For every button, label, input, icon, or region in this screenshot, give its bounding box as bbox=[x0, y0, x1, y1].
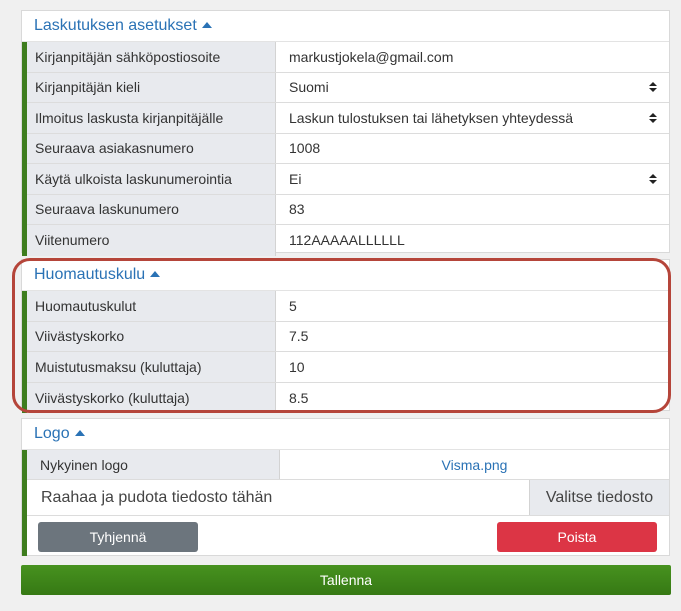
late-interest-label: Viivästyskorko bbox=[27, 321, 276, 351]
select-arrows-icon bbox=[649, 112, 657, 123]
current-logo-label: Nykyinen logo bbox=[27, 450, 280, 479]
reference-number-field[interactable]: 112AAAAALLLLLL bbox=[276, 225, 669, 256]
invoice-notification-select[interactable]: Laskun tulostuksen tai lähetyksen yhteyd… bbox=[276, 103, 669, 133]
reminder-fee-header[interactable]: Huomautuskulu bbox=[22, 260, 669, 291]
choose-file-button[interactable]: Valitse tiedosto bbox=[529, 480, 669, 515]
invoice-notification-row: Ilmoitus laskusta kirjanpitäjälle Laskun… bbox=[27, 103, 669, 134]
next-invoice-number-field[interactable]: 83 bbox=[276, 195, 669, 225]
delete-button[interactable]: Poista bbox=[497, 522, 657, 552]
consumer-late-interest-label: Viivästyskorko (kuluttaja) bbox=[27, 382, 276, 413]
billing-settings-section: Laskutuksen asetukset Kirjanpitäjän sähk… bbox=[21, 10, 670, 256]
external-numbering-row: Käytä ulkoista laskunumerointia Ei bbox=[27, 164, 669, 195]
accountant-email-field[interactable]: markustjokela@gmail.com bbox=[276, 42, 669, 72]
late-interest-row: Viivästyskorko 7.5 bbox=[27, 321, 669, 352]
reminder-fees-row: Huomautuskulut 5 bbox=[27, 291, 669, 322]
logo-actions: Tyhjennä Poista bbox=[27, 516, 669, 556]
consumer-reminder-fee-label: Muistutusmaksu (kuluttaja) bbox=[27, 352, 276, 382]
logo-header[interactable]: Logo bbox=[22, 419, 669, 450]
select-arrows-icon bbox=[649, 173, 657, 184]
reminder-fees-field[interactable]: 5 bbox=[276, 291, 669, 321]
logo-section: Logo Nykyinen logo Visma.png Raahaa ja p… bbox=[21, 418, 670, 556]
clear-button[interactable]: Tyhjennä bbox=[38, 522, 198, 552]
logo-title: Logo bbox=[34, 425, 70, 442]
accountant-language-label: Kirjanpitäjän kieli bbox=[27, 72, 276, 102]
reference-number-label: Viitenumero bbox=[27, 225, 276, 256]
reminder-fee-title: Huomautuskulu bbox=[34, 266, 146, 283]
next-customer-number-label: Seuraava asiakasnumero bbox=[27, 133, 276, 163]
collapse-caret-icon[interactable] bbox=[150, 271, 161, 277]
reminder-fees-label: Huomautuskulut bbox=[27, 291, 276, 321]
accountant-language-row: Kirjanpitäjän kieli Suomi bbox=[27, 72, 669, 103]
external-numbering-label: Käytä ulkoista laskunumerointia bbox=[27, 164, 276, 194]
consumer-reminder-fee-row: Muistutusmaksu (kuluttaja) 10 bbox=[27, 352, 669, 383]
consumer-late-interest-row: Viivästyskorko (kuluttaja) 8.5 bbox=[27, 382, 669, 414]
billing-settings-header[interactable]: Laskutuksen asetukset bbox=[22, 11, 669, 42]
billing-settings-title: Laskutuksen asetukset bbox=[34, 17, 197, 34]
external-numbering-select[interactable]: Ei bbox=[276, 164, 669, 194]
select-arrows-icon bbox=[649, 82, 657, 93]
collapse-caret-icon[interactable] bbox=[201, 22, 212, 28]
accountant-email-row: Kirjanpitäjän sähköpostiosoite markustjo… bbox=[27, 42, 669, 73]
file-dropzone-row: Raahaa ja pudota tiedosto tähän Valitse … bbox=[27, 480, 669, 516]
collapse-caret-icon[interactable] bbox=[74, 430, 85, 436]
reference-number-row: Viitenumero 112AAAAALLLLLL bbox=[27, 225, 669, 256]
consumer-reminder-fee-field[interactable]: 10 bbox=[276, 352, 669, 382]
consumer-late-interest-field[interactable]: 8.5 bbox=[276, 383, 669, 414]
late-interest-field[interactable]: 7.5 bbox=[276, 322, 669, 352]
invoice-notification-label: Ilmoitus laskusta kirjanpitäjälle bbox=[27, 103, 276, 133]
save-button[interactable]: Tallenna bbox=[21, 565, 671, 595]
file-dropzone[interactable]: Raahaa ja pudota tiedosto tähän bbox=[27, 480, 529, 515]
reminder-fee-section: Huomautuskulu Huomautuskulut 5 Viivästys… bbox=[21, 259, 670, 414]
next-customer-number-row: Seuraava asiakasnumero 1008 bbox=[27, 133, 669, 164]
next-invoice-number-row: Seuraava laskunumero 83 bbox=[27, 194, 669, 225]
accountant-language-select[interactable]: Suomi bbox=[276, 73, 669, 103]
current-logo-link[interactable]: Visma.png bbox=[280, 450, 669, 479]
next-customer-number-field[interactable]: 1008 bbox=[276, 134, 669, 164]
current-logo-row: Nykyinen logo Visma.png bbox=[27, 450, 669, 480]
next-invoice-number-label: Seuraava laskunumero bbox=[27, 194, 276, 224]
accountant-email-label: Kirjanpitäjän sähköpostiosoite bbox=[27, 42, 276, 72]
